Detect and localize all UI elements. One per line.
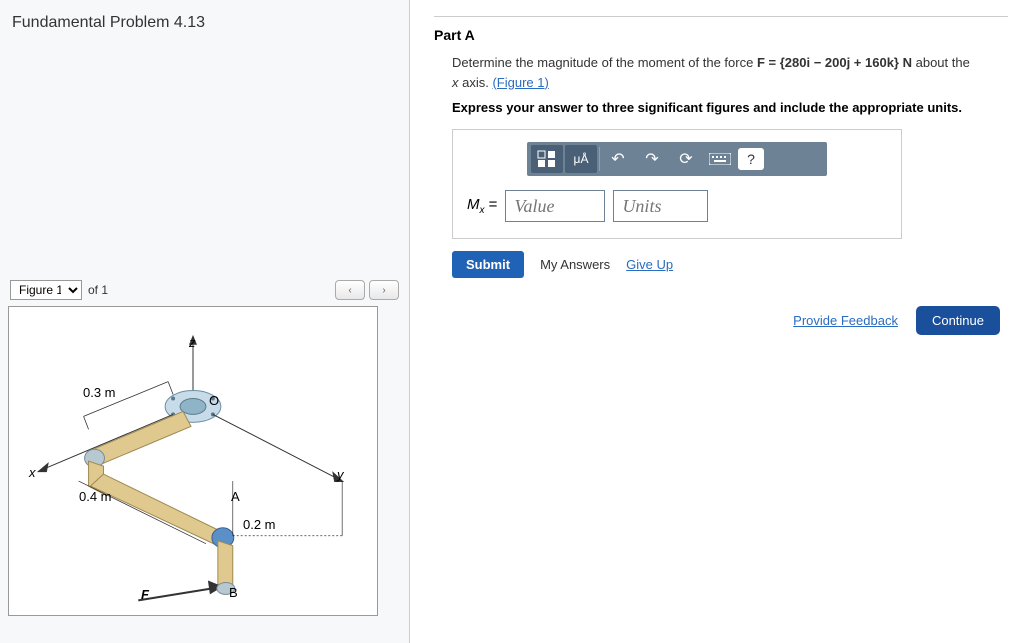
reset-button[interactable]: ⟳ <box>670 145 702 173</box>
label-a: A <box>231 489 240 504</box>
force-expr: = {280i − 200j + 160k} N <box>765 55 912 70</box>
label-d04: 0.4 m <box>79 489 112 504</box>
label-b: B <box>229 585 238 600</box>
help-button[interactable]: ? <box>738 148 764 170</box>
my-answers-label: My Answers <box>540 257 610 272</box>
divider <box>434 16 1008 17</box>
label-d03: 0.3 m <box>83 385 116 400</box>
left-panel: Fundamental Problem 4.13 Figure 1 of 1 ‹… <box>0 0 410 643</box>
keyboard-button[interactable] <box>704 145 736 173</box>
answer-toolbar: μÅ ↶ ↷ ⟳ ? <box>527 142 827 176</box>
provide-feedback-link[interactable]: Provide Feedback <box>793 313 898 328</box>
figure-next-button[interactable]: › <box>369 280 399 300</box>
label-z: z <box>189 335 196 350</box>
label-x: x <box>29 465 36 480</box>
input-row: Mx = <box>467 190 887 222</box>
force-vec: F <box>757 55 765 70</box>
label-d02: 0.2 m <box>243 517 276 532</box>
templates-button[interactable] <box>531 145 563 173</box>
continue-button[interactable]: Continue <box>916 306 1000 335</box>
right-panel: Part A Determine the magnitude of the mo… <box>410 0 1024 643</box>
undo-button[interactable]: ↶ <box>602 145 634 173</box>
problem-title: Fundamental Problem 4.13 <box>8 8 401 38</box>
submit-button[interactable]: Submit <box>452 251 524 278</box>
app-container: Fundamental Problem 4.13 Figure 1 of 1 ‹… <box>0 0 1024 643</box>
prompt-pre: Determine the magnitude of the moment of… <box>452 55 757 70</box>
label-o: O <box>209 393 219 408</box>
separator <box>599 147 600 171</box>
figure-diagram <box>9 307 377 615</box>
give-up-link[interactable]: Give Up <box>626 257 673 272</box>
figure-select[interactable]: Figure 1 <box>10 280 82 300</box>
answer-box: μÅ ↶ ↷ ⟳ ? Mx = <box>452 129 902 239</box>
value-input[interactable] <box>505 190 605 222</box>
footer-row: Provide Feedback Continue <box>434 306 1008 335</box>
symbols-button[interactable]: μÅ <box>565 145 597 173</box>
redo-button[interactable]: ↷ <box>636 145 668 173</box>
keyboard-icon <box>709 153 731 165</box>
figure-nav: ‹ › <box>335 280 399 300</box>
prompt-post: about the <box>912 55 970 70</box>
label-y: y <box>337 467 344 482</box>
submit-row: Submit My Answers Give Up <box>452 251 1008 278</box>
instruction-text: Express your answer to three significant… <box>452 100 1008 115</box>
figure-viewport: z O x y A B F 0.3 m 0.4 m 0.2 m <box>8 306 378 616</box>
label-f: F <box>141 587 149 602</box>
units-input[interactable] <box>613 190 708 222</box>
figure-link[interactable]: (Figure 1) <box>492 75 548 90</box>
prompt-text: Determine the magnitude of the moment of… <box>452 53 1008 92</box>
answer-variable: Mx = <box>467 196 497 216</box>
figure-prev-button[interactable]: ‹ <box>335 280 365 300</box>
part-title: Part A <box>434 27 1008 43</box>
figure-toolbar: Figure 1 of 1 ‹ › <box>8 278 401 302</box>
axis-text: x <box>452 75 459 90</box>
figure-count: of 1 <box>88 283 108 297</box>
